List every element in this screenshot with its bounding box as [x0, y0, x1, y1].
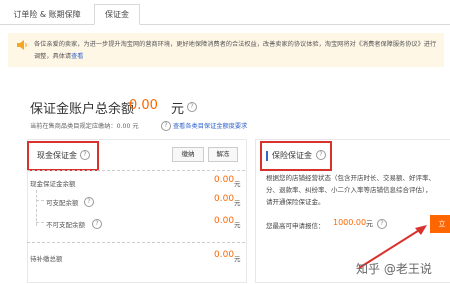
max-amount-label: 您最高可申请报信： — [266, 222, 325, 230]
insurance-desc-line: 根据您的店铺经营状态（包含开店时长、交易额、好评率、 — [266, 174, 435, 182]
notice-banner: 各位亲爱的卖家，为进一步提升淘宝网的营商环境，更好地保障消费者的合法权益，改善卖… — [8, 33, 444, 67]
speaker-icon — [17, 40, 27, 50]
help-icon[interactable]: ? — [161, 121, 171, 131]
help-icon[interactable]: ? — [80, 150, 90, 160]
cash-balance-value: 0.00 — [214, 175, 235, 185]
tree-branch — [36, 200, 44, 201]
insurance-desc-line: 请开通保险保证金。 — [266, 198, 325, 206]
available-balance-label: 可支配余额 — [46, 199, 79, 207]
unavailable-balance-unit: 元 — [234, 221, 241, 229]
notice-link[interactable]: 查看 — [71, 53, 83, 60]
category-requirement-link[interactable]: 查看各类目保证金额度要求 — [173, 121, 247, 130]
title-accent-bar — [266, 151, 268, 161]
help-icon[interactable]: ? — [316, 150, 326, 160]
pending-payment-value: 0.00 — [214, 250, 235, 260]
available-balance-value: 0.00 — [214, 194, 235, 204]
insurance-deposit-title: 保险保证金 — [272, 151, 312, 160]
page-title: 保证金账户总余额 — [30, 102, 135, 117]
available-balance-unit: 元 — [234, 199, 241, 207]
pending-payment-unit: 元 — [234, 255, 241, 263]
watermark: 知乎 @老王说 — [356, 262, 432, 276]
unavailable-balance-label: 不可支配余额 — [46, 221, 85, 229]
insurance-desc-line: 分、退款率、纠纷率、小二介入率等店铺信息综合评估）， — [266, 186, 432, 194]
pay-button[interactable]: 缴纳 — [172, 147, 204, 162]
tab-deposit[interactable]: 保证金 — [94, 4, 140, 25]
tab-bar: 订单险 & 账期保障 保证金 — [0, 0, 450, 25]
total-balance-unit: 元 — [171, 102, 185, 117]
cash-balance-label: 现金保证金余额 — [30, 180, 76, 188]
unfreeze-button[interactable]: 解冻 — [208, 147, 238, 162]
divider — [27, 170, 245, 171]
required-deposit-text: 当前在售商品类目规定应缴纳：0.00 元 — [30, 123, 139, 130]
total-balance-amount: 0.00 — [129, 98, 158, 113]
notice-text: 各位亲爱的卖家，为进一步提升淘宝网的营商环境，更好地保障消费者的合法权益，改善卖… — [34, 41, 437, 60]
apply-button[interactable]: 立 — [430, 215, 450, 233]
tree-line — [36, 190, 37, 226]
tree-branch — [36, 222, 44, 223]
help-icon[interactable]: ? — [92, 219, 102, 229]
help-icon[interactable]: ? — [84, 197, 94, 207]
cash-balance-unit: 元 — [234, 180, 241, 188]
divider — [27, 242, 245, 243]
help-icon[interactable]: ? — [187, 102, 197, 112]
pending-payment-label: 待补缴总额 — [30, 255, 63, 263]
tab-order-insurance[interactable]: 订单险 & 账期保障 — [8, 5, 86, 24]
unavailable-balance-value: 0.00 — [214, 216, 235, 226]
cash-deposit-title: 现金保证金 — [37, 151, 77, 160]
